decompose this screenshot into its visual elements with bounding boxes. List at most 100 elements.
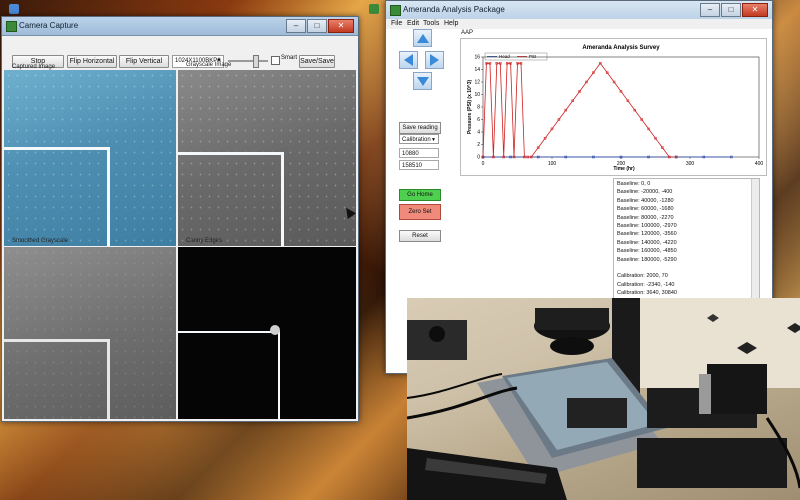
objective-lens <box>550 337 594 355</box>
maximize-icon[interactable]: □ <box>721 3 741 17</box>
y-axis-label: Pressure (PSI) (x 10^3) <box>467 80 473 135</box>
edge-line <box>278 331 280 419</box>
chart-axes: 0 100 200 300 400 0 2 4 6 8 10 12 14 16 <box>474 55 763 167</box>
y-stage-base <box>637 438 787 488</box>
menu-bar: File Edit Tools Help <box>386 19 772 29</box>
smoothed-grayscale-image <box>4 247 176 419</box>
log-line: Baseline: 140000, -4220 <box>617 239 677 246</box>
x-tick-label: 0 <box>482 161 485 167</box>
window-controls: – □ ✕ <box>286 19 354 33</box>
chart-series <box>481 62 733 159</box>
y-tick-label: 4 <box>477 130 480 136</box>
move-up-button[interactable] <box>413 29 432 47</box>
x-tick-label: 400 <box>755 161 764 167</box>
reset-button[interactable]: Reset <box>399 230 441 242</box>
menu-edit[interactable]: Edit <box>407 20 419 27</box>
minimize-icon[interactable]: – <box>286 19 306 33</box>
go-home-button[interactable]: Go Home <box>399 189 441 201</box>
captured-image <box>4 70 176 246</box>
mode-select-value: Calibration <box>402 137 431 143</box>
move-right-button[interactable] <box>425 51 444 69</box>
window-title: Ameranda Analysis Package <box>403 5 505 14</box>
y-tick-label: 12 <box>474 80 480 86</box>
stepper-motor <box>707 364 767 414</box>
edge-line <box>4 339 110 342</box>
edge-line <box>178 331 280 333</box>
grayscale-image <box>178 70 356 246</box>
x-tick-label: 100 <box>548 161 557 167</box>
edge-line <box>107 147 110 246</box>
save-button[interactable]: Save/Save <box>299 55 335 68</box>
canny-edges-label: Canny Edges <box>186 238 223 244</box>
move-down-button[interactable] <box>413 72 432 90</box>
log-line: Baseline: 120000, -3560 <box>617 231 677 238</box>
stage-bracket <box>567 398 627 428</box>
chart-legend: Head PSI <box>484 52 548 61</box>
y-tick-label: 2 <box>477 142 480 148</box>
edge-line <box>107 339 110 419</box>
desktop-shortcut-icon[interactable] <box>369 4 379 14</box>
camera-titlebar[interactable]: Camera Capture – □ ✕ <box>2 17 358 36</box>
x-tick-label: 300 <box>686 161 695 167</box>
smart-label: Smart <box>281 55 298 61</box>
y-tick-label: 10 <box>474 92 480 98</box>
maximize-icon[interactable]: □ <box>307 19 327 33</box>
desktop-shortcut-icon[interactable] <box>9 4 19 14</box>
log-line: Baseline: 80000, -2270 <box>617 214 674 221</box>
chart-panel: Ameranda Analysis Survey Time (hr) Press… <box>460 38 767 176</box>
microscope-lens-housing <box>535 308 609 330</box>
edge-line <box>4 147 110 150</box>
exposure-slider-thumb[interactable] <box>253 55 259 68</box>
log-line: Baseline: 180000, -5290 <box>617 256 677 263</box>
app-icon <box>6 21 17 32</box>
edge-blob <box>270 325 280 335</box>
aap-label: AAP <box>461 30 474 36</box>
move-left-button[interactable] <box>399 51 418 69</box>
arrow-up-icon <box>416 33 429 43</box>
y-tick-label: 8 <box>477 105 480 111</box>
microscope-stage-photo <box>407 298 800 500</box>
window-controls: – □ ✕ <box>700 3 768 17</box>
x-tick-label: 200 <box>617 161 626 167</box>
menu-help[interactable]: Help <box>444 20 458 27</box>
pressure-chart: Ameranda Analysis Survey Time (hr) Press… <box>467 45 763 172</box>
mode-select[interactable]: Calibration ▼ <box>399 134 439 144</box>
position-field-1[interactable]: 10880 <box>399 148 439 158</box>
chart-title: Ameranda Analysis Survey <box>582 45 660 51</box>
minimize-icon[interactable]: – <box>700 3 720 17</box>
chevron-down-icon: ▼ <box>431 137 436 143</box>
control-knob <box>429 326 445 342</box>
close-icon[interactable]: ✕ <box>328 19 354 33</box>
motor-coupler <box>699 374 711 414</box>
stage-photo-drawing <box>407 298 800 500</box>
log-line: Baseline: 40000, -1280 <box>617 197 674 204</box>
flip-horizontal-button[interactable]: Flip Horizontal <box>67 55 117 68</box>
smart-checkbox[interactable] <box>271 56 280 65</box>
save-reading-button[interactable]: Save reading <box>399 122 441 134</box>
zero-set-button[interactable]: Zero Set <box>399 204 441 220</box>
log-line: Baseline: -20000, -400 <box>617 189 673 196</box>
close-icon[interactable]: ✕ <box>742 3 768 17</box>
grayscale-image-label: Grayscale Image <box>186 62 232 68</box>
position-field-2[interactable]: 158510 <box>399 160 439 170</box>
arrow-down-icon <box>416 76 429 86</box>
log-line: Calibration: 2000, 70 <box>617 273 668 280</box>
arrow-left-icon <box>404 54 413 66</box>
series-line <box>482 62 677 158</box>
app-icon <box>390 5 401 16</box>
log-line: Baseline: 100000, -2970 <box>617 223 677 229</box>
menu-file[interactable]: File <box>391 20 402 27</box>
window-title: Camera Capture <box>19 21 79 30</box>
y-tick-label: 16 <box>474 55 480 61</box>
analysis-titlebar[interactable]: Ameranda Analysis Package – □ ✕ <box>386 1 772 20</box>
log-line: Baseline: 0, 0 <box>617 181 651 187</box>
menu-tools[interactable]: Tools <box>423 20 439 27</box>
flip-vertical-button[interactable]: Flip Vertical <box>119 55 169 68</box>
log-line: Baseline: 60000, -1680 <box>617 206 674 213</box>
canny-edges-image <box>178 247 356 419</box>
exposure-slider-track[interactable] <box>228 60 268 62</box>
camera-capture-window: Camera Capture – □ ✕ Stop Flip Horizonta… <box>1 16 359 422</box>
log-line: Calibration: 3640, 30840 <box>617 290 677 297</box>
log-line: Baseline: 160000, -4850 <box>617 248 677 255</box>
y-tick-label: 0 <box>477 155 480 161</box>
